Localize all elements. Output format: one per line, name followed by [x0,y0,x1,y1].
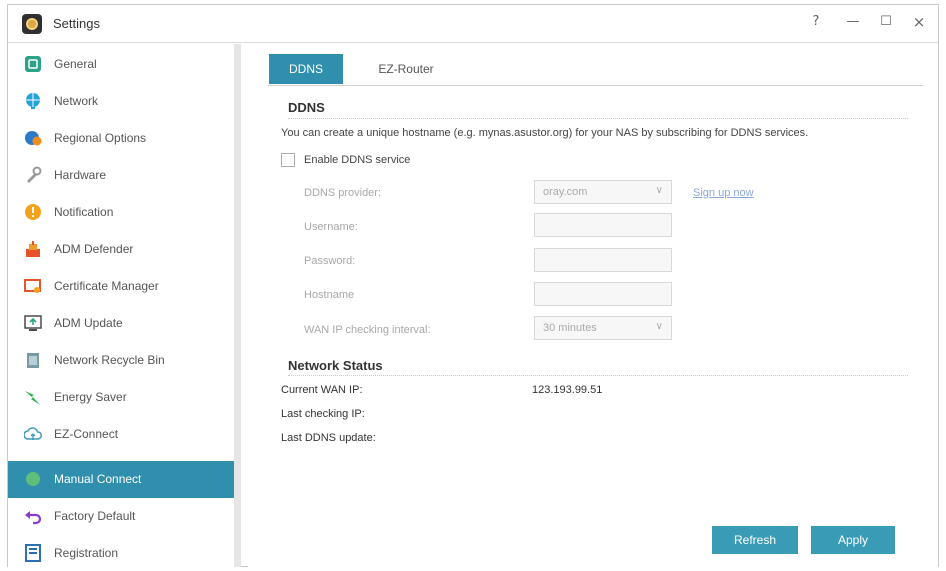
minimize-button[interactable]: — [842,12,864,32]
last-checking-ip-label: Last checking IP: [281,408,365,420]
tab-ddns[interactable]: DDNS [269,54,343,84]
tab-ez-router[interactable]: EZ-Router [366,54,446,84]
section-divider [288,375,908,376]
sidebar-item-label: Network Recycle Bin [54,353,165,367]
hostname-label: Hostname [304,289,355,301]
settings-window: Settings ? — ☐ × General Network Regiona… [7,4,939,567]
recycle-bin-icon [27,353,39,368]
sidebar-item-label: ADM Defender [54,242,134,256]
sidebar-item-network-recycle-bin[interactable]: Network Recycle Bin [8,342,234,379]
certificate-icon [24,279,41,293]
window-title: Settings [53,16,100,31]
close-button[interactable]: × [908,12,930,32]
cloud-icon [24,427,42,440]
ddns-provider-label: DDNS provider: [304,187,382,199]
network-icon [26,93,40,109]
sidebar-item-label: Certificate Manager [54,279,159,293]
sidebar-item-network[interactable]: Network [8,83,234,120]
sidebar-item-certificate-manager[interactable]: Certificate Manager [8,268,234,305]
tab-divider [268,85,923,86]
sidebar-item-label: Hardware [54,168,107,182]
username-label: Username: [304,221,358,233]
apply-button[interactable]: Apply [811,526,895,554]
sidebar-item-factory-default[interactable]: Factory Default [8,498,234,535]
manual-connect-icon [26,472,40,486]
energy-icon [25,391,40,405]
sidebar-item-ez-connect[interactable]: EZ-Connect [8,416,234,453]
sidebar-item-label: Registration [54,546,119,560]
sidebar-item-label: Energy Saver [54,390,127,404]
title-bar: Settings ? — ☐ × [8,5,938,43]
sidebar-item-energy-saver[interactable]: Energy Saver [8,379,234,416]
sidebar-item-general[interactable]: General [8,46,234,83]
sidebar-item-label: General [54,57,97,71]
ddns-provider-value: oray.com [543,186,588,198]
main-panel: DDNS EZ-Router DDNS You can create a uni… [248,44,938,567]
ddns-description: You can create a unique hostname (e.g. m… [281,127,809,139]
update-icon [24,315,42,331]
sidebar-item-label: Regional Options [54,131,147,145]
maximize-button[interactable]: ☐ [875,12,897,32]
hardware-icon [27,166,42,183]
registration-icon [25,544,41,562]
sidebar-item-label: Factory Default [54,509,136,523]
hostname-input[interactable] [534,282,672,306]
wan-ip-interval-value: 30 minutes [543,322,597,334]
refresh-button[interactable]: Refresh [712,526,798,554]
enable-ddns-label: Enable DDNS service [304,154,411,166]
ddns-section-title: DDNS [288,100,325,115]
sidebar-item-adm-defender[interactable]: ADM Defender [8,231,234,268]
chevron-down-icon: ∨ [655,185,663,196]
enable-ddns-checkbox[interactable] [281,153,295,167]
sidebar-item-adm-update[interactable]: ADM Update [8,305,234,342]
current-wan-ip-value: 123.193.99.51 [532,384,603,396]
username-input[interactable] [534,213,672,237]
undo-icon [25,511,42,525]
sidebar-item-regional-options[interactable]: Regional Options [8,120,234,157]
sidebar-item-label: Notification [54,205,114,219]
sidebar-item-label: ADM Update [54,316,123,330]
sidebar-item-label: Manual Connect [54,472,142,486]
wan-ip-interval-label: WAN IP checking interval: [304,324,431,336]
sidebar-item-registration[interactable]: Registration [8,535,234,571]
ddns-provider-select[interactable]: oray.com ∨ [534,180,672,204]
notification-icon [25,204,41,220]
chevron-down-icon: ∨ [655,321,663,332]
general-icon [25,56,41,72]
defender-icon [26,241,40,257]
password-label: Password: [304,255,356,267]
wan-ip-interval-select[interactable]: 30 minutes ∨ [534,316,672,340]
settings-gear-icon [22,14,42,34]
sidebar-item-label: EZ-Connect [54,427,119,441]
network-status-title: Network Status [288,358,383,373]
last-ddns-update-label: Last DDNS update: [281,432,376,444]
sidebar: General Network Regional Options Hardwar… [8,44,234,567]
sidebar-item-notification[interactable]: Notification [8,194,234,231]
section-divider [288,118,908,119]
regional-icon [25,131,42,146]
sidebar-scrollbar[interactable] [234,44,241,567]
help-button[interactable]: ? [805,12,827,32]
sidebar-item-manual-connect[interactable]: Manual Connect [8,461,234,498]
sign-up-link[interactable]: Sign up now [693,187,754,199]
current-wan-ip-label: Current WAN IP: [281,384,363,396]
password-input[interactable] [534,248,672,272]
sidebar-item-hardware[interactable]: Hardware [8,157,234,194]
sidebar-item-label: Network [54,94,99,108]
